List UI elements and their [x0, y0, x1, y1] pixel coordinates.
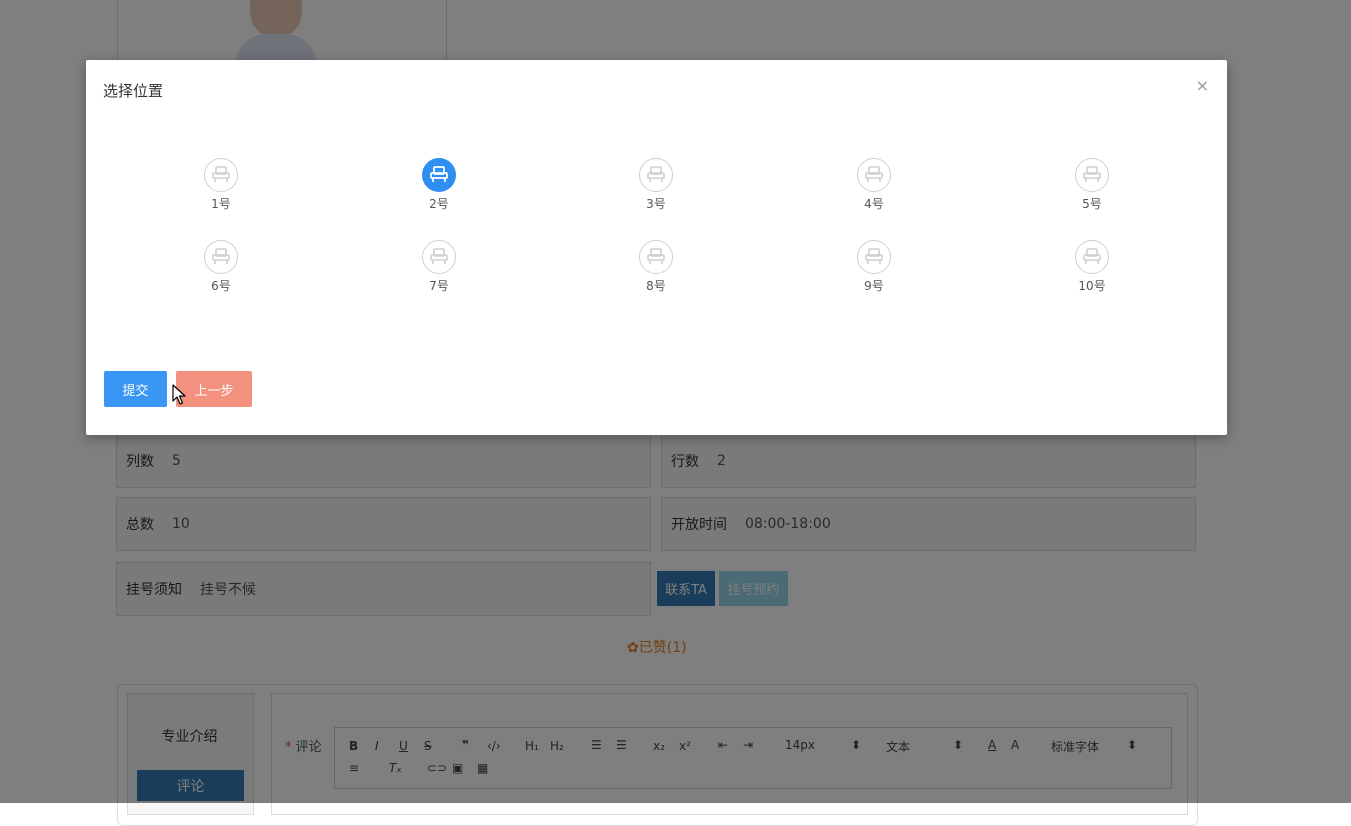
seat-4[interactable]: 4号 [844, 158, 904, 212]
seat-icon [639, 158, 673, 192]
seat-7[interactable]: 7号 [409, 240, 469, 294]
seat-icon [857, 158, 891, 192]
seat-icon [422, 158, 456, 192]
seat-label: 4号 [864, 197, 884, 211]
seat-icon [1075, 158, 1109, 192]
seat-5[interactable]: 5号 [1062, 158, 1122, 212]
seat-label: 6号 [211, 279, 231, 293]
seat-icon [857, 240, 891, 274]
seat-label: 5号 [1082, 197, 1102, 211]
seat-8[interactable]: 8号 [626, 240, 686, 294]
previous-step-button[interactable]: 上一步 [176, 371, 252, 407]
seat-6[interactable]: 6号 [191, 240, 251, 294]
seat-icon [1075, 240, 1109, 274]
seat-icon [422, 240, 456, 274]
mouse-cursor-icon [172, 384, 186, 405]
seat-10[interactable]: 10号 [1062, 240, 1122, 294]
select-position-dialog: 选择位置 × 1号 2号 3号 4号 5号 6号 7号 8号 9号 10号 提交… [86, 60, 1227, 435]
seat-label: 8号 [646, 279, 666, 293]
submit-button[interactable]: 提交 [104, 371, 167, 407]
seat-label: 10号 [1078, 279, 1106, 293]
seat-1[interactable]: 1号 [191, 158, 251, 212]
seat-3[interactable]: 3号 [626, 158, 686, 212]
seat-icon [639, 240, 673, 274]
dialog-title: 选择位置 [103, 82, 164, 100]
seat-9[interactable]: 9号 [844, 240, 904, 294]
close-icon[interactable]: × [1196, 76, 1209, 95]
seat-2[interactable]: 2号 [409, 158, 469, 212]
seat-icon [204, 158, 238, 192]
seat-label: 7号 [429, 279, 449, 293]
seat-icon [204, 240, 238, 274]
seat-label: 9号 [864, 279, 884, 293]
seat-label: 2号 [429, 197, 449, 211]
seat-label: 3号 [646, 197, 666, 211]
seat-label: 1号 [211, 197, 231, 211]
